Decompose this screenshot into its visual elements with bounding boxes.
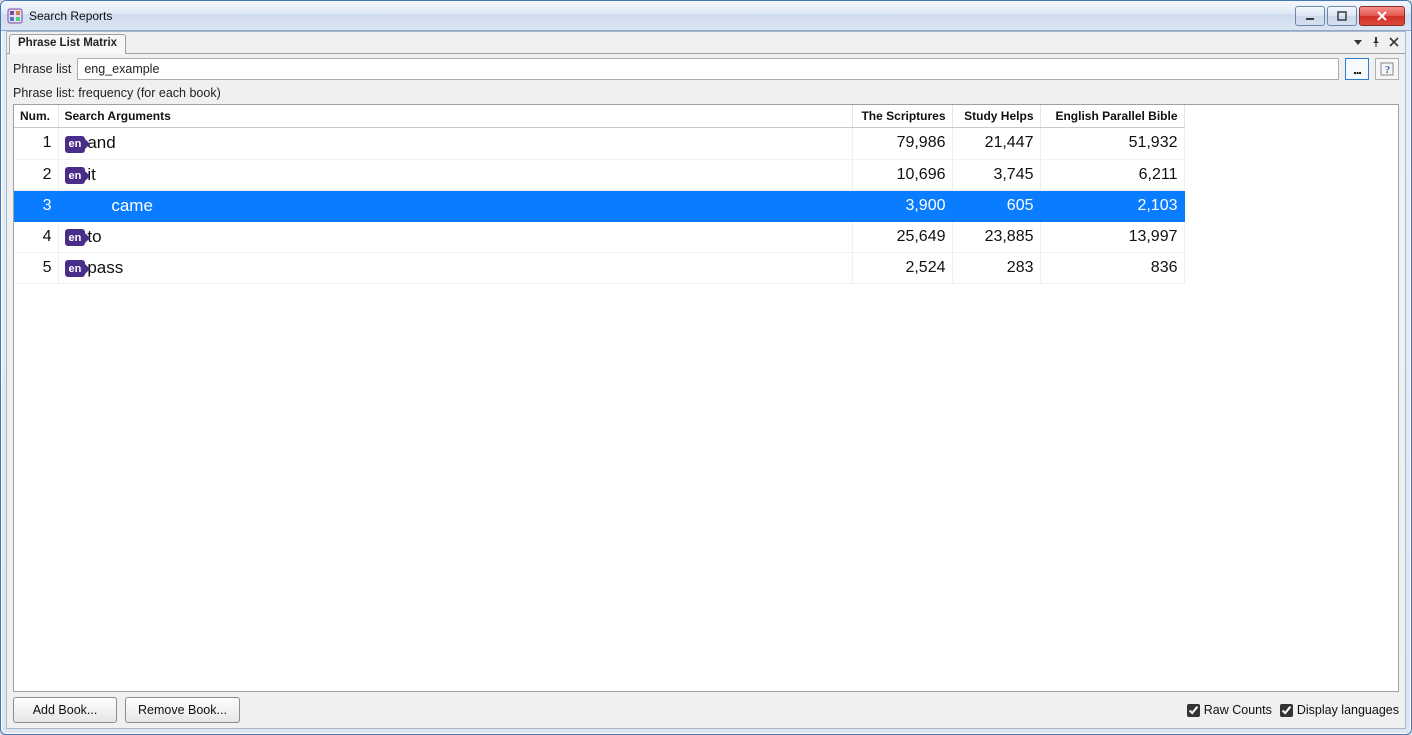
table-header-row: Num. Search Arguments The Scriptures Stu… xyxy=(14,105,1184,128)
cell-english-parallel: 6,211 xyxy=(1040,159,1184,190)
cell-english-parallel: 836 xyxy=(1040,252,1184,283)
arg-text: came xyxy=(87,196,153,215)
close-icon xyxy=(1375,10,1389,22)
language-badge-icon: en xyxy=(65,229,86,246)
tab-phrase-list-matrix[interactable]: Phrase List Matrix xyxy=(9,34,126,54)
tab-actions xyxy=(1351,35,1401,49)
display-languages-input[interactable] xyxy=(1280,704,1293,717)
col-search-arguments[interactable]: Search Arguments xyxy=(58,105,852,128)
cell-english-parallel: 13,997 xyxy=(1040,221,1184,252)
display-languages-checkbox[interactable]: Display languages xyxy=(1280,703,1399,717)
cell-num: 5 xyxy=(14,252,58,283)
cell-english-parallel: 51,932 xyxy=(1040,128,1184,159)
minimize-icon xyxy=(1304,10,1316,22)
table-row[interactable]: 3encame3,9006052,103 xyxy=(14,190,1184,221)
table-row[interactable]: 1enand79,98621,44751,932 xyxy=(14,128,1184,159)
table-body-scroll[interactable]: 1enand79,98621,44751,9322enit10,6963,745… xyxy=(14,128,1398,691)
window-title: Search Reports xyxy=(29,9,1295,23)
language-badge-icon: en xyxy=(65,136,86,153)
arg-text: pass xyxy=(87,258,123,277)
cell-num: 3 xyxy=(14,190,58,221)
browse-button[interactable]: ... xyxy=(1345,58,1369,80)
close-button[interactable] xyxy=(1359,6,1405,26)
language-badge-icon: en xyxy=(65,167,86,184)
table-row[interactable]: 4ento25,64923,88513,997 xyxy=(14,221,1184,252)
cell-study-helps: 605 xyxy=(952,190,1040,221)
raw-counts-input[interactable] xyxy=(1187,704,1200,717)
table-row[interactable]: 5enpass2,524283836 xyxy=(14,252,1184,283)
phrase-list-row: Phrase list ... ? xyxy=(7,54,1405,84)
main-window: Search Reports Phrase List Matrix xyxy=(0,0,1412,735)
cell-study-helps: 3,745 xyxy=(952,159,1040,190)
cell-scriptures: 10,696 xyxy=(852,159,952,190)
language-badge-icon: en xyxy=(65,260,86,277)
tab-pin-icon[interactable] xyxy=(1369,35,1383,49)
cell-args: enpass xyxy=(58,252,852,283)
display-languages-label: Display languages xyxy=(1297,703,1399,717)
table-caption: Phrase list: frequency (for each book) xyxy=(7,84,1405,104)
cell-study-helps: 23,885 xyxy=(952,221,1040,252)
tab-close-icon[interactable] xyxy=(1387,35,1401,49)
phrase-list-label: Phrase list xyxy=(13,62,71,76)
maximize-icon xyxy=(1336,10,1348,22)
help-icon: ? xyxy=(1380,62,1394,76)
cell-args: ento xyxy=(58,221,852,252)
cell-args: encame xyxy=(58,190,852,221)
cell-scriptures: 3,900 xyxy=(852,190,952,221)
raw-counts-label: Raw Counts xyxy=(1204,703,1272,717)
arg-text: and xyxy=(87,133,115,152)
window-controls xyxy=(1295,6,1405,26)
table-row[interactable]: 2enit10,6963,7456,211 xyxy=(14,159,1184,190)
remove-book-button[interactable]: Remove Book... xyxy=(125,697,240,723)
cell-num: 1 xyxy=(14,128,58,159)
results-table: Num. Search Arguments The Scriptures Stu… xyxy=(13,104,1399,692)
maximize-button[interactable] xyxy=(1327,6,1357,26)
phrase-list-input[interactable] xyxy=(77,58,1339,80)
col-study-helps[interactable]: Study Helps xyxy=(952,105,1040,128)
app-icon xyxy=(7,8,23,24)
cell-args: enit xyxy=(58,159,852,190)
col-scriptures[interactable]: The Scriptures xyxy=(852,105,952,128)
tab-menu-dropdown-icon[interactable] xyxy=(1351,35,1365,49)
col-english-parallel[interactable]: English Parallel Bible xyxy=(1040,105,1184,128)
cell-study-helps: 21,447 xyxy=(952,128,1040,159)
title-bar[interactable]: Search Reports xyxy=(1,1,1411,31)
cell-num: 2 xyxy=(14,159,58,190)
add-book-button[interactable]: Add Book... xyxy=(13,697,117,723)
svg-text:?: ? xyxy=(1385,64,1390,76)
cell-study-helps: 283 xyxy=(952,252,1040,283)
cell-english-parallel: 2,103 xyxy=(1040,190,1184,221)
col-num[interactable]: Num. xyxy=(14,105,58,128)
minimize-button[interactable] xyxy=(1295,6,1325,26)
cell-scriptures: 79,986 xyxy=(852,128,952,159)
cell-num: 4 xyxy=(14,221,58,252)
tab-strip: Phrase List Matrix xyxy=(7,32,1405,54)
cell-scriptures: 25,649 xyxy=(852,221,952,252)
cell-args: enand xyxy=(58,128,852,159)
help-button[interactable]: ? xyxy=(1375,58,1399,80)
client-area: Phrase List Matrix Phrase list ... xyxy=(6,31,1406,729)
footer-bar: Add Book... Remove Book... Raw Counts Di… xyxy=(7,692,1405,728)
cell-scriptures: 2,524 xyxy=(852,252,952,283)
raw-counts-checkbox[interactable]: Raw Counts xyxy=(1187,703,1272,717)
